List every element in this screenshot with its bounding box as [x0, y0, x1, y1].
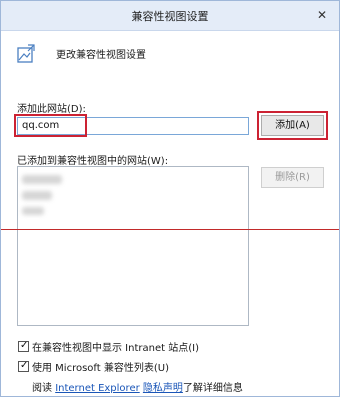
- intranet-checkbox[interactable]: ✓: [18, 340, 29, 352]
- info-line: 阅读 Internet Explorer 隐私声明了解详细信息: [32, 379, 243, 394]
- intranet-option-label: 在兼容性视图中显示 Intranet 站点(I): [32, 343, 199, 354]
- ie-link[interactable]: Internet Explorer: [55, 383, 140, 394]
- header-text: 更改兼容性视图设置: [56, 50, 146, 61]
- intranet-option[interactable]: ✓ 在兼容性视图中显示 Intranet 站点(I): [18, 339, 199, 354]
- close-button[interactable]: ✕: [311, 4, 333, 26]
- input-highlight-box: [14, 114, 87, 137]
- checkmark-icon: ✓: [20, 360, 29, 371]
- ms-list-checkbox[interactable]: ✓: [18, 360, 29, 372]
- ms-list-option[interactable]: ✓ 使用 Microsoft 兼容性列表(U): [18, 359, 169, 374]
- title-bar[interactable]: 兼容性视图设置 ✕: [1, 1, 339, 31]
- add-site-label: 添加此网站(D):: [17, 104, 86, 115]
- checkmark-icon: ✓: [20, 340, 29, 351]
- annotation-line: [1, 229, 339, 230]
- info-suffix: 了解详细信息: [182, 383, 243, 394]
- site-list[interactable]: [17, 166, 249, 326]
- compatibility-view-icon: [17, 44, 35, 63]
- info-prefix: 阅读: [32, 383, 52, 394]
- add-button-highlight-box: [257, 111, 328, 140]
- compatibility-view-dialog: 兼容性视图设置 ✕ 更改兼容性视图设置 添加此网站(D): qq.com 添加(…: [0, 0, 340, 397]
- blurred-site-entry: [22, 175, 62, 184]
- blurred-site-entry: [22, 207, 44, 215]
- remove-button[interactable]: 删除(R): [261, 167, 324, 188]
- close-icon: ✕: [316, 8, 328, 22]
- blurred-site-entry: [22, 191, 52, 200]
- ms-list-option-label: 使用 Microsoft 兼容性列表(U): [32, 363, 169, 374]
- privacy-statement-link[interactable]: 隐私声明: [143, 383, 183, 394]
- window-title: 兼容性视图设置: [131, 10, 209, 23]
- site-list-label: 已添加到兼容性视图中的网站(W):: [17, 156, 169, 167]
